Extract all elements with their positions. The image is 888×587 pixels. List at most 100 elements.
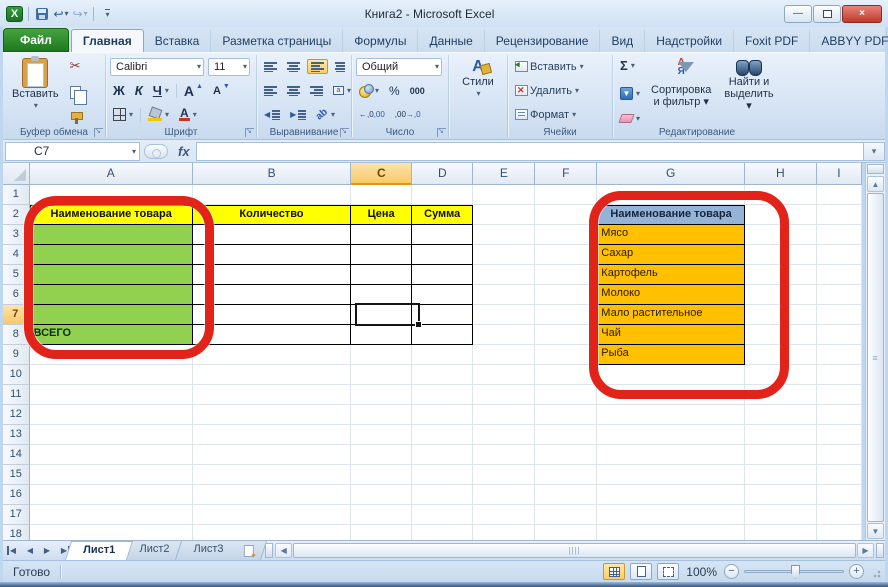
cell-F11[interactable]	[535, 385, 597, 405]
name-box-split-handle[interactable]	[144, 144, 168, 159]
cell-F10[interactable]	[535, 365, 597, 385]
ribbon-tab-foxit-pdf[interactable]: Foxit PDF	[734, 30, 810, 52]
insert-function-button[interactable]: fx	[172, 144, 196, 159]
find-select-button[interactable]: Найти и выделить ▾	[719, 56, 778, 125]
cell-G17[interactable]	[597, 505, 745, 525]
row-header-9[interactable]: 9	[3, 345, 30, 365]
minimize-button[interactable]: —	[784, 5, 812, 23]
cell-I9[interactable]	[817, 345, 862, 365]
cell-I6[interactable]	[817, 285, 862, 305]
percent-style-button[interactable]: %	[386, 83, 403, 99]
borders-button[interactable]: ▾	[110, 107, 136, 122]
cell-B8[interactable]	[193, 325, 351, 345]
cell-F16[interactable]	[535, 485, 597, 505]
align-bottom-button[interactable]	[307, 59, 328, 74]
insert-cells-button[interactable]: Вставить▾	[512, 57, 608, 76]
paste-button[interactable]: Вставить ▾	[7, 56, 64, 125]
worksheet-grid[interactable]: ABCDEFGHI 12Наименование товараКоличеств…	[3, 163, 862, 540]
cell-B5[interactable]	[193, 265, 351, 285]
cell-F14[interactable]	[535, 445, 597, 465]
cell-I1[interactable]	[817, 185, 862, 205]
first-sheet-button[interactable]: ◀	[5, 543, 21, 558]
cell-E5[interactable]	[473, 265, 535, 285]
align-middle-button[interactable]	[284, 60, 303, 73]
row-header-12[interactable]: 12	[3, 405, 30, 425]
customize-qat-button[interactable]: ▾	[99, 5, 115, 23]
clipboard-dialog-launcher-icon[interactable]	[94, 128, 103, 137]
increase-decimal-button[interactable]: ←,0,00	[356, 109, 388, 120]
scroll-left-button[interactable]: ◀	[275, 543, 292, 558]
alignment-dialog-launcher-icon[interactable]	[340, 128, 349, 137]
ribbon-tab-вид[interactable]: Вид	[600, 30, 645, 52]
cell-B11[interactable]	[193, 385, 351, 405]
cell-E7[interactable]	[473, 305, 535, 325]
cell-B13[interactable]	[193, 425, 351, 445]
cell-B3[interactable]	[193, 225, 351, 245]
cell-F1[interactable]	[535, 185, 597, 205]
cell-C11[interactable]	[351, 385, 412, 405]
autosum-button[interactable]: Σ▾	[617, 57, 643, 74]
row-header-16[interactable]: 16	[3, 485, 30, 505]
name-box[interactable]: C7▾	[5, 142, 140, 161]
cell-F9[interactable]	[535, 345, 597, 365]
cell-E6[interactable]	[473, 285, 535, 305]
cell-I7[interactable]	[817, 305, 862, 325]
normal-view-button[interactable]	[603, 563, 625, 580]
font-size-combo[interactable]: 11▾	[208, 58, 250, 76]
row-header-17[interactable]: 17	[3, 505, 30, 525]
row-header-10[interactable]: 10	[3, 365, 30, 385]
font-name-combo[interactable]: Calibri▾	[110, 58, 204, 76]
cell-C12[interactable]	[351, 405, 412, 425]
align-left-button[interactable]	[261, 84, 280, 97]
cell-C18[interactable]	[351, 525, 412, 540]
cell-F5[interactable]	[535, 265, 597, 285]
row-header-15[interactable]: 15	[3, 465, 30, 485]
cell-D8[interactable]	[412, 325, 473, 345]
formula-input[interactable]	[196, 142, 863, 161]
cell-F3[interactable]	[535, 225, 597, 245]
zoom-out-button[interactable]: −	[724, 564, 739, 579]
column-header-G[interactable]: G	[597, 163, 745, 185]
cell-C10[interactable]	[351, 365, 412, 385]
cell-D5[interactable]	[412, 265, 473, 285]
restore-button[interactable]	[813, 5, 841, 23]
cell-D12[interactable]	[412, 405, 473, 425]
cell-D2[interactable]: Сумма	[412, 205, 473, 225]
cell-B16[interactable]	[193, 485, 351, 505]
cell-B9[interactable]	[193, 345, 351, 365]
cell-E2[interactable]	[473, 205, 535, 225]
ribbon-tab-abbyy-pdf-transfo[interactable]: ABBYY PDF Transfo	[810, 30, 888, 52]
cell-B1[interactable]	[193, 185, 351, 205]
cell-D10[interactable]	[412, 365, 473, 385]
cell-H13[interactable]	[745, 425, 817, 445]
cell-E10[interactable]	[473, 365, 535, 385]
column-header-C[interactable]: C	[351, 163, 412, 185]
cell-C9[interactable]	[351, 345, 412, 365]
expand-formula-bar-button[interactable]: ▾	[863, 142, 885, 161]
undo-dropdown-icon[interactable]: ▾	[65, 9, 69, 18]
underline-button[interactable]: Ч▾	[150, 82, 172, 99]
format-painter-button[interactable]	[67, 110, 91, 124]
row-header-11[interactable]: 11	[3, 385, 30, 405]
cell-E8[interactable]	[473, 325, 535, 345]
zoom-slider-thumb[interactable]	[791, 565, 800, 579]
cell-D16[interactable]	[412, 485, 473, 505]
row-header-13[interactable]: 13	[3, 425, 30, 445]
cell-F15[interactable]	[535, 465, 597, 485]
cell-E18[interactable]	[473, 525, 535, 540]
cell-D1[interactable]	[412, 185, 473, 205]
scroll-up-button[interactable]: ▲	[867, 176, 884, 192]
cell-I3[interactable]	[817, 225, 862, 245]
horizontal-scrollbar[interactable]: ◀ |||| ▶	[274, 542, 875, 559]
insert-worksheet-button[interactable]	[231, 541, 267, 560]
merge-center-button[interactable]: a▾	[330, 85, 354, 96]
cell-B17[interactable]	[193, 505, 351, 525]
cell-E1[interactable]	[473, 185, 535, 205]
cell-I4[interactable]	[817, 245, 862, 265]
cell-E12[interactable]	[473, 405, 535, 425]
align-center-button[interactable]	[284, 84, 303, 97]
zoom-slider-track[interactable]	[744, 570, 844, 573]
cell-I10[interactable]	[817, 365, 862, 385]
cell-I16[interactable]	[817, 485, 862, 505]
cell-F4[interactable]	[535, 245, 597, 265]
